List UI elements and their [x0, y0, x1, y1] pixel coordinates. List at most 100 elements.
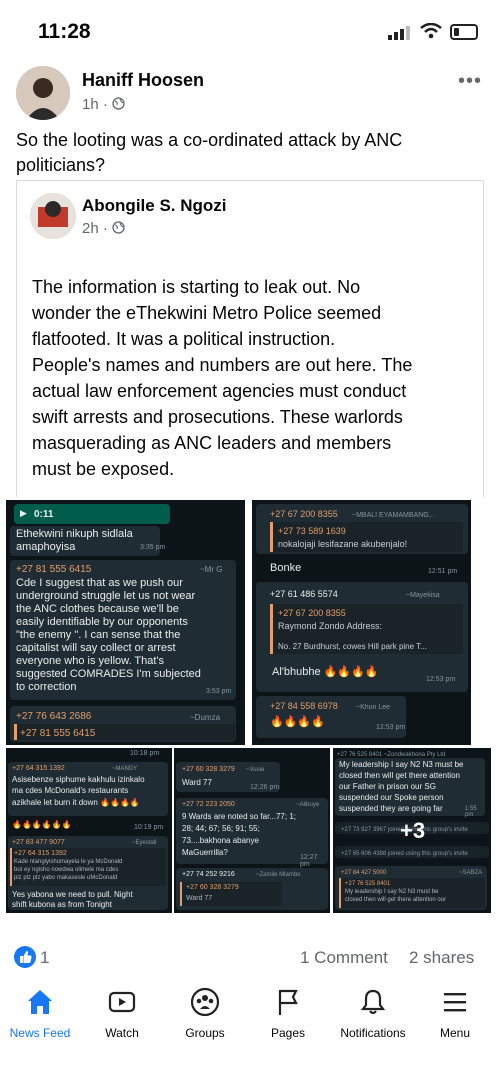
quoted-phone: +27 73 589 1639: [278, 526, 346, 536]
sender-phone: +27 60 328 3279: [182, 766, 235, 773]
message-text: ma cdes McDonald's restaurants: [12, 786, 129, 795]
quoted-text: Kade ntangiyishumayela le ya McDonald: [14, 859, 123, 865]
chat-message: +27 61 486 5574 ~Mayekisa +27 67 200 835…: [256, 582, 468, 692]
message-time: 12:53 pm: [376, 724, 406, 731]
message-time: 1:55 pm: [465, 806, 477, 818]
post-text: So the looting was a co-ordinated attack…: [16, 128, 402, 178]
quoted-text: Ward 77: [186, 895, 213, 902]
message-text: 73....bakhona abanye: [182, 836, 259, 845]
author-avatar[interactable]: [16, 66, 70, 120]
message-time: 12:27 pm: [300, 854, 318, 868]
comment-count[interactable]: 1 Comment: [300, 948, 388, 968]
more-images-count[interactable]: +3: [400, 818, 425, 844]
chat-message: +27 74 252 9216 ~Zamile Mlambo +27 60 32…: [176, 868, 328, 910]
sender-phone: +27 81 555 6415: [16, 564, 92, 575]
sender-alias: ~Alibuye: [296, 802, 320, 808]
message-text: capitalist will say collect or arrest: [16, 642, 176, 654]
message-text: amaphoyisa: [16, 541, 76, 553]
message-time: 10:18 pm: [130, 750, 160, 757]
shared-author-name[interactable]: Abongile S. Ngozi: [82, 196, 227, 216]
system-text: +27 65 606 4388 joined using this group'…: [341, 851, 468, 857]
chat-message: +27 83 477 9077 ~Eyestall +27 64 315 139…: [8, 836, 168, 910]
menu-icon: [444, 993, 466, 1012]
chat-message: +27 76 643 2686 ~Dumza +27 81 555 6415: [10, 706, 236, 742]
message-text: My leadership I say N2 N3 must be: [339, 760, 464, 769]
sender-phone: +27 83 477 9077: [12, 839, 65, 846]
sender-alias: ~Khon Lee: [356, 704, 391, 711]
sender-phone: +27 74 252 9216: [182, 871, 235, 878]
nav-notifications-label: Notifications: [340, 1026, 406, 1040]
wifi-icon: [420, 23, 442, 39]
shared-post-time: 2h ·: [82, 220, 125, 237]
message-text: suggested COMRADES I'm subjected: [16, 668, 201, 680]
flag-icon: [278, 989, 298, 1015]
cellular-signal-icon: [388, 26, 410, 40]
sender-alias: ~MBALI EYAMAMBANG...: [352, 512, 435, 519]
like-count[interactable]: 1: [40, 948, 49, 968]
message-text: closed then will get there attention: [339, 771, 460, 780]
message-text: suspended they are going far: [339, 804, 443, 813]
more-options-icon[interactable]: •••: [458, 70, 482, 93]
bell-icon: [360, 989, 386, 1015]
quoted-phone: +27 67 200 8355: [278, 608, 346, 618]
like-reaction-icon[interactable]: [14, 946, 36, 968]
shared-author-avatar[interactable]: [30, 193, 76, 239]
quoted-text: but ey ngisho nowdwa olimele ma cdes: [14, 867, 119, 873]
nav-groups-label: Groups: [185, 1026, 225, 1040]
message-time: 12:51 pm: [428, 568, 458, 575]
author-name[interactable]: Haniff Hoosen: [82, 70, 204, 91]
globe-icon: [112, 97, 125, 110]
message-time: 12:53 pm: [426, 676, 456, 683]
shared-post-text: The information is starting to leak out.…: [32, 274, 412, 482]
post-text-line: So the looting was a co-ordinated attack…: [16, 130, 403, 150]
shared-post-time-text: 2h ·: [82, 220, 108, 237]
quoted-text: nokalojaji lesifazane akubenjalo!: [278, 539, 408, 549]
share-count[interactable]: 2 shares: [409, 948, 474, 968]
nav-news-feed-label: News Feed: [9, 1026, 71, 1040]
bottom-nav: News Feed Watch Groups Pages Notificatio…: [0, 985, 497, 1045]
message-text: easily identifiable by our opponents: [16, 616, 188, 628]
quoted-text: Raymond Zondo Address:: [278, 621, 383, 631]
shared-text-line: flatfooted. It was a political instructi…: [32, 329, 336, 349]
message-text: 🔥🔥🔥🔥: [270, 716, 325, 728]
message-text: the ANC clothes because we'll be: [16, 603, 179, 615]
shared-text-line: People's names and numbers are out here.…: [32, 355, 413, 375]
message-text: Ethekwini nikuph sidlala: [16, 528, 133, 540]
chat-screenshot-2[interactable]: +27 67 200 8355 ~MBALI EYAMAMBANG... +27…: [252, 500, 471, 745]
message-text: everyone who is yellow. That's: [16, 655, 165, 667]
message-text: Cde I suggest that as we push our: [16, 577, 183, 589]
chat-screenshot-3[interactable]: 10:18 pm +27 64 315 1392 ~MANDY Asiseben…: [6, 748, 172, 913]
message-text: 9 Wards are noted so far...77; 1;: [182, 812, 296, 821]
sender-alias: ~MANDY: [112, 766, 138, 772]
sender-alias: ~SABZA: [459, 870, 483, 876]
message-text: azikhale let burn it down 🔥🔥🔥🔥: [12, 798, 140, 807]
sender-phone: +27 61 486 5574: [270, 589, 338, 599]
chat-screenshot-1[interactable]: ▶ 0:11 Ethekwini nikuph sidlala amaphoyi…: [6, 500, 245, 745]
shared-text-line: The information is starting to leak out.…: [32, 277, 361, 297]
post-text-line: politicians?: [16, 155, 106, 175]
message-text: MaGuerrilla?: [182, 848, 228, 857]
chat-screenshot-4[interactable]: +27 60 328 3279 ~Vusie Ward 77 12:26 pm …: [174, 748, 330, 913]
sender-phone: +27 67 200 8355: [270, 509, 338, 519]
message-text: to correction: [16, 681, 77, 693]
quoted-address: No. 27 Burdhurst, cowes Hill park pine T…: [278, 642, 427, 651]
sender-phone: +27 76 643 2686: [16, 711, 92, 722]
chat-message: +27 67 200 8355 ~MBALI EYAMAMBANG... +27…: [256, 504, 468, 554]
chat-message: +27 84 427 5000 ~SABZA +27 76 525 8401 M…: [335, 866, 487, 910]
quoted-phone: +27 81 555 6415: [20, 728, 96, 739]
shared-text-line: wonder the eThekwini Metro Police seemed: [32, 303, 382, 323]
sender-alias: ~Vusie: [246, 767, 265, 773]
sender-alias: ~Mr G: [200, 565, 223, 574]
message-text: suspended our Spoke person: [339, 793, 444, 802]
message-text: "the enemy ". I can sense that the: [16, 629, 181, 641]
message-text: underground struggle let us not wear: [16, 590, 196, 602]
nav-menu-label: Menu: [439, 1026, 471, 1040]
shared-text-line: must be exposed.: [32, 459, 175, 479]
post-time: 1h ·: [82, 96, 125, 113]
nav-watch-label: Watch: [105, 1026, 139, 1040]
quoted-phone: +27 60 328 3279: [186, 884, 239, 891]
watch-icon: [108, 991, 136, 1013]
chat-message: My leadership I say N2 N3 must be closed…: [335, 758, 485, 818]
sender-phone: +27 64 315 1392: [12, 765, 65, 772]
groups-icon: [190, 987, 220, 1017]
